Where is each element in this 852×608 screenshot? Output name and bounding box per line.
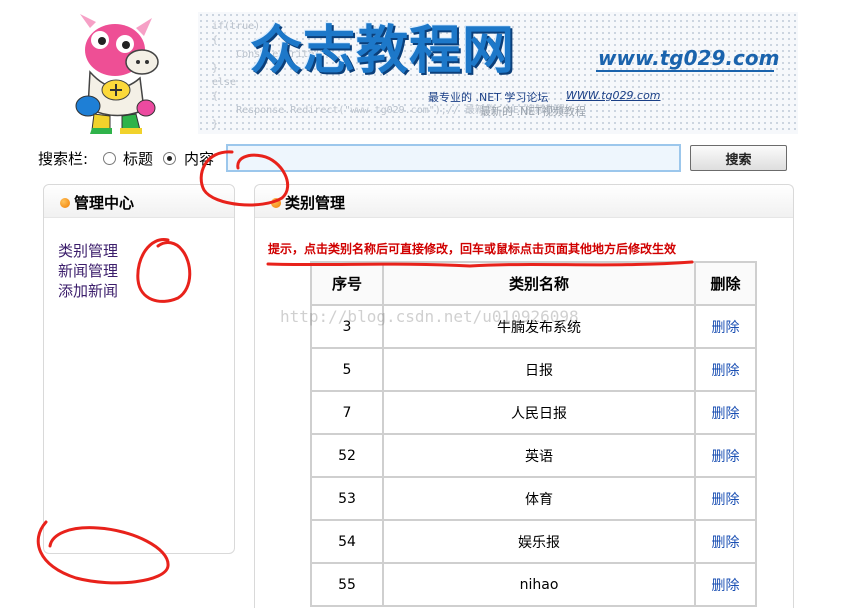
radio-title[interactable] xyxy=(103,152,116,165)
row-category-name[interactable]: 英语 xyxy=(384,435,694,476)
radio-title-label: 标题 xyxy=(123,150,154,168)
row-id: 7 xyxy=(312,392,382,433)
sidebar-item-category[interactable]: 类别管理 xyxy=(58,241,118,261)
delete-link[interactable]: 删除 xyxy=(696,478,755,519)
search-button[interactable]: 搜索 xyxy=(690,145,787,171)
row-id: 5 xyxy=(312,349,382,390)
row-id: 54 xyxy=(312,521,382,562)
table-row: 55 nihao 删除 xyxy=(312,564,755,605)
table-row: 7 人民日报 删除 xyxy=(312,392,755,433)
main-header: 类别管理 xyxy=(255,185,793,218)
search-label: 搜索栏: xyxy=(38,150,89,168)
bullet-icon xyxy=(271,198,281,208)
banner-slogan-secondary: 最新的 .NET视频教程 xyxy=(480,105,586,118)
radio-content-label: 内容 xyxy=(184,150,215,168)
row-category-name[interactable]: nihao xyxy=(384,564,694,605)
table-row: 53 体育 删除 xyxy=(312,478,755,519)
sidebar-header: 管理中心 xyxy=(44,185,234,218)
column-header-delete: 删除 xyxy=(696,263,755,304)
delete-link[interactable]: 删除 xyxy=(696,392,755,433)
sidebar-nav: 类别管理 新闻管理 添加新闻 xyxy=(58,241,118,301)
sidebar-item-news[interactable]: 新闻管理 xyxy=(58,261,118,281)
row-id: 3 xyxy=(312,306,382,347)
table-row: 5 日报 删除 xyxy=(312,349,755,390)
search-input[interactable] xyxy=(226,144,681,172)
bullet-icon xyxy=(60,198,70,208)
delete-link[interactable]: 删除 xyxy=(696,306,755,347)
banner-url: www.tg029.com xyxy=(598,46,780,70)
table-row: 54 娱乐报 删除 xyxy=(312,521,755,562)
category-table: 序号 类别名称 删除 3 牛腩发布系统 删除 5 日报 删除 7 人民日报 删除 xyxy=(310,261,757,607)
banner-url-underline xyxy=(596,70,774,72)
site-title: 众志教程网 xyxy=(250,21,516,81)
table-row: 52 英语 删除 xyxy=(312,435,755,476)
search-bar: 搜索栏: 标题 内容 搜索 xyxy=(38,144,798,174)
row-category-name[interactable]: 牛腩发布系统 xyxy=(384,306,694,347)
main-panel: 类别管理 提示，点击类别名称后可直接修改，回车或鼠标点击页面其他地方后修改生效 … xyxy=(254,184,794,608)
hint-text: 提示，点击类别名称后可直接修改，回车或鼠标点击页面其他地方后修改生效 xyxy=(268,242,677,256)
radio-content[interactable] xyxy=(163,152,176,165)
banner-url-small: WWW.tg029.com xyxy=(566,89,661,102)
row-id: 53 xyxy=(312,478,382,519)
delete-link[interactable]: 删除 xyxy=(696,521,755,562)
row-id: 52 xyxy=(312,435,382,476)
sidebar-title: 管理中心 xyxy=(74,194,135,212)
delete-link[interactable]: 删除 xyxy=(696,435,755,476)
row-category-name[interactable]: 娱乐报 xyxy=(384,521,694,562)
column-header-name: 类别名称 xyxy=(384,263,694,304)
table-header-row: 序号 类别名称 删除 xyxy=(312,263,755,304)
main-title: 类别管理 xyxy=(285,194,346,212)
row-category-name[interactable]: 体育 xyxy=(384,478,694,519)
site-logo xyxy=(70,10,170,135)
delete-link[interactable]: 删除 xyxy=(696,564,755,605)
sidebar-item-add-news[interactable]: 添加新闻 xyxy=(58,281,118,301)
row-category-name[interactable]: 日报 xyxy=(384,349,694,390)
sidebar-panel: 管理中心 类别管理 新闻管理 添加新闻 xyxy=(43,184,235,554)
delete-link[interactable]: 删除 xyxy=(696,349,755,390)
row-id: 55 xyxy=(312,564,382,605)
row-category-name[interactable]: 人民日报 xyxy=(384,392,694,433)
column-header-id: 序号 xyxy=(312,263,382,304)
table-row: 3 牛腩发布系统 删除 xyxy=(312,306,755,347)
header-banner: if(true) { Console.Write( } else { Respo… xyxy=(198,12,798,134)
